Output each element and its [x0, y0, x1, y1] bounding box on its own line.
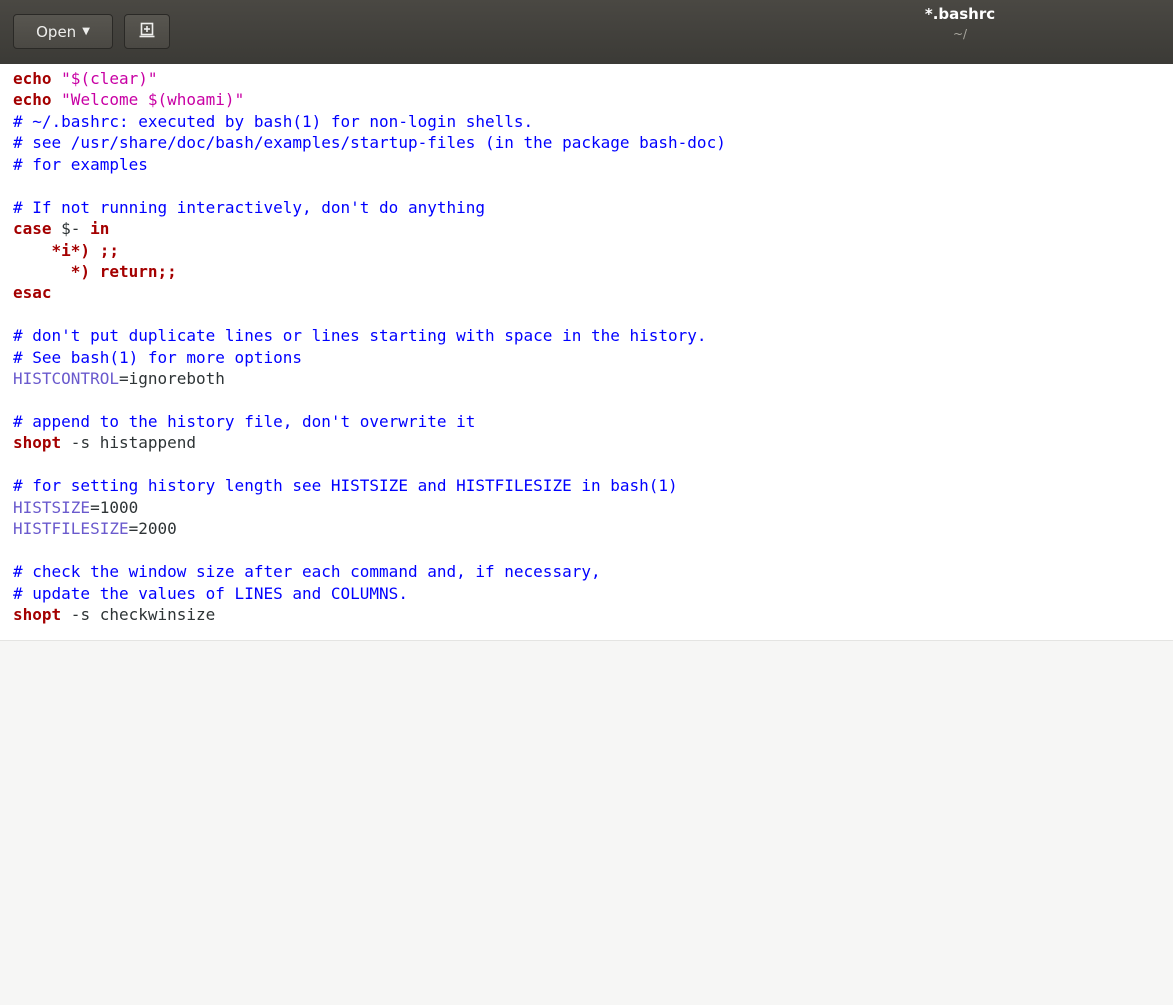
caret-down-icon: ▼ — [82, 26, 90, 37]
code-line: # for examples — [13, 154, 1171, 175]
code-token: echo — [13, 90, 52, 110]
code-token: # check the window size after each comma… — [13, 562, 601, 582]
code-line: # See bash(1) for more options — [13, 347, 1171, 368]
code-token: # append to the history file, don't over… — [13, 412, 476, 431]
open-button-label: Open — [36, 22, 77, 41]
code-token: -s checkwinsize — [61, 604, 216, 624]
code-token: "Welcome $(whoami)" — [61, 90, 245, 110]
code-token: =1000 — [90, 497, 139, 517]
code-line: HISTCONTROL=ignoreboth — [13, 368, 1171, 389]
code-line: # don't put duplicate lines or lines sta… — [13, 325, 1171, 346]
window-title: *.bashrc ~/ — [860, 5, 1060, 41]
code-line: # append to the history file, don't over… — [13, 411, 1171, 432]
code-token: *) return;; — [70, 261, 177, 281]
code-token: esac — [13, 283, 52, 303]
code-token: HISTSIZE — [13, 497, 91, 517]
code-token: # for examples — [13, 154, 148, 174]
code-token: echo — [13, 69, 52, 88]
code-token: # See bash(1) for more options — [13, 347, 302, 367]
code-token: # update the values of LINES and COLUMNS… — [13, 583, 408, 603]
code-line: shopt -s histappend — [13, 432, 1171, 453]
code-line: echo "Welcome $(whoami)" — [13, 89, 1171, 110]
document-path: ~/ — [952, 27, 968, 41]
header-bar: Open ▼ *.bashrc ~/ — [0, 0, 1173, 64]
code-token: "$(clear)" — [61, 69, 158, 88]
code-token: shopt — [13, 433, 62, 453]
code-token: -s histappend — [61, 433, 197, 453]
new-document-button[interactable] — [124, 14, 170, 49]
new-document-icon — [139, 22, 155, 42]
code-line: # see /usr/share/doc/bash/examples/start… — [13, 132, 1171, 153]
code-token: # see /usr/share/doc/bash/examples/start… — [13, 133, 726, 153]
open-button[interactable]: Open ▼ — [13, 14, 113, 49]
code-token: case — [13, 219, 52, 239]
code-line: # for setting history length see HISTSIZ… — [13, 475, 1171, 496]
code-token: # ~/.bashrc: executed by bash(1) for non… — [13, 111, 534, 131]
code-token: *i*) ;; — [51, 240, 119, 260]
code-line: # check the window size after each comma… — [13, 561, 1171, 582]
code-token: # for setting history length see HISTSIZ… — [13, 476, 678, 496]
code-line: *) return;; — [13, 261, 1171, 282]
code-token: shopt — [13, 604, 62, 624]
code-token: =2000 — [128, 519, 177, 539]
code-token: # don't put duplicate lines or lines sta… — [13, 326, 707, 346]
code-line: HISTSIZE=1000 — [13, 497, 1171, 518]
code-line: # update the values of LINES and COLUMNS… — [13, 583, 1171, 604]
editor-empty-area — [0, 640, 1173, 1005]
code-line: echo "$(clear)" — [13, 68, 1171, 89]
code-token: # If not running interactively, don't do… — [13, 197, 486, 217]
code-token: HISTCONTROL — [13, 369, 119, 389]
code-line: # If not running interactively, don't do… — [13, 197, 1171, 218]
code-line: *i*) ;; — [13, 240, 1171, 261]
code-token: =ignoreboth — [118, 369, 225, 389]
code-token: $- — [51, 219, 91, 239]
code-line: shopt -s checkwinsize — [13, 604, 1171, 625]
text-editor[interactable]: echo "$(clear)" echo "Welcome $(whoami)" #… — [13, 68, 1171, 640]
code-line: esac — [13, 282, 1171, 303]
code-line: HISTFILESIZE=2000 — [13, 518, 1171, 539]
code-line: # ~/.bashrc: executed by bash(1) for non… — [13, 111, 1171, 132]
code-token: in — [90, 219, 110, 239]
document-title: *.bashrc — [924, 5, 996, 23]
code-line: case $- in — [13, 218, 1171, 239]
code-token: HISTFILESIZE — [13, 519, 129, 539]
